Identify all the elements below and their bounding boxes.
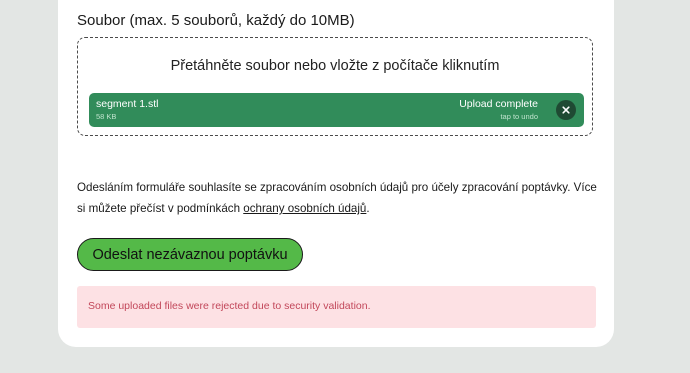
error-alert-message: Some uploaded files were rejected due to… [88,300,371,312]
submit-inquiry-button[interactable]: Odeslat nezávaznou poptávku [77,238,303,271]
privacy-consent-text: Odesláním formuláře souhlasíte se zpraco… [77,177,597,219]
error-alert: Some uploaded files were rejected due to… [77,286,596,328]
file-dropzone[interactable]: Přetáhněte soubor nebo vložte z počítače… [77,37,593,136]
file-upload-status: Upload complete [459,98,538,110]
consent-suffix: . [366,202,370,215]
file-name: segment 1.stl [96,98,159,110]
file-upload-label: Soubor (max. 5 souborů, každý do 10MB) [77,12,355,29]
file-undo-hint[interactable]: tap to undo [500,112,538,121]
uploaded-file-item: segment 1.stl 58 KB Upload complete tap … [89,93,584,127]
close-icon [562,106,570,114]
privacy-policy-link[interactable]: ochrany osobních údajů [243,202,366,215]
dropzone-hint: Přetáhněte soubor nebo vložte z počítače… [170,58,500,74]
remove-file-button[interactable] [556,100,576,120]
file-size: 58 KB [96,112,117,121]
